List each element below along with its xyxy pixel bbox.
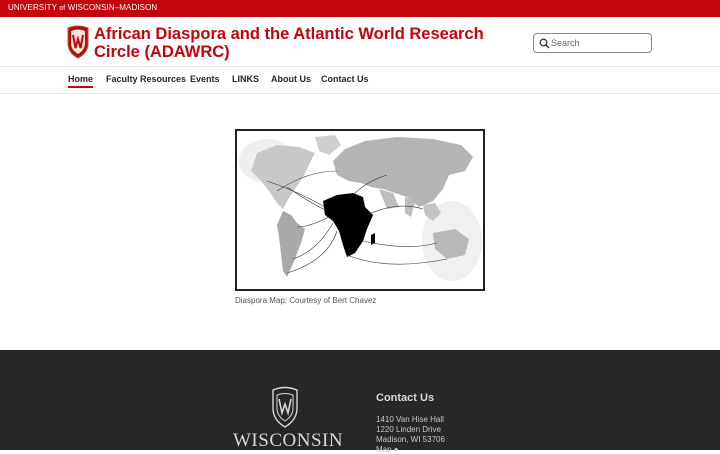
main-nav: Home Faculty Resources Events LINKS Abou… xyxy=(0,67,720,94)
global-topbar: UNIVERSITY of WISCONSIN–MADISON xyxy=(0,0,720,17)
nav-item-home[interactable]: Home xyxy=(68,74,94,88)
search-icon[interactable] xyxy=(539,38,550,49)
site-header: African Diaspora and the Atlantic World … xyxy=(0,17,720,67)
university-name: WISCONSIN–MADISON xyxy=(67,3,158,12)
nav-item-faculty-resources[interactable]: Faculty Resources xyxy=(106,74,186,84)
nav-item-events[interactable]: Events xyxy=(190,74,220,84)
university-prefix: UNIVERSITY xyxy=(8,3,57,12)
footer-address-line-3: Madison, WI 53706 xyxy=(376,435,445,444)
footer-address-line-2: 1220 Linden Drive xyxy=(376,425,441,434)
site-title-line-1: African Diaspora and the Atlantic World … xyxy=(94,25,484,43)
site-footer: WISCONSIN Contact Us 1410 Van Hise Hall … xyxy=(0,350,720,454)
map-caption: Diaspora Map: Courtesy of Bert Chavez xyxy=(235,296,377,305)
world-map-illustration xyxy=(237,131,483,289)
footer-address-line-1: 1410 Van Hise Hall xyxy=(376,415,444,424)
nav-item-links[interactable]: LINKS xyxy=(232,74,259,84)
uw-crest-icon xyxy=(272,386,298,428)
university-of: of xyxy=(59,5,66,12)
footer-uw-logo[interactable]: WISCONSIN xyxy=(233,386,344,451)
university-home-link[interactable]: UNIVERSITY of WISCONSIN–MADISON xyxy=(8,3,157,12)
search-box[interactable] xyxy=(533,33,652,53)
diaspora-map-image xyxy=(235,129,485,291)
nav-item-about-us[interactable]: About Us xyxy=(271,74,311,84)
footer-wordmark: WISCONSIN xyxy=(233,430,344,451)
footer-contact-heading: Contact Us xyxy=(376,392,435,404)
uw-crest-icon[interactable] xyxy=(66,25,90,59)
site-title-line-2: Circle (ADAWRC) xyxy=(94,43,230,61)
site-title-link[interactable]: African Diaspora and the Atlantic World … xyxy=(94,25,484,61)
nav-item-contact-us[interactable]: Contact Us xyxy=(321,74,369,84)
search-input[interactable] xyxy=(551,35,647,51)
